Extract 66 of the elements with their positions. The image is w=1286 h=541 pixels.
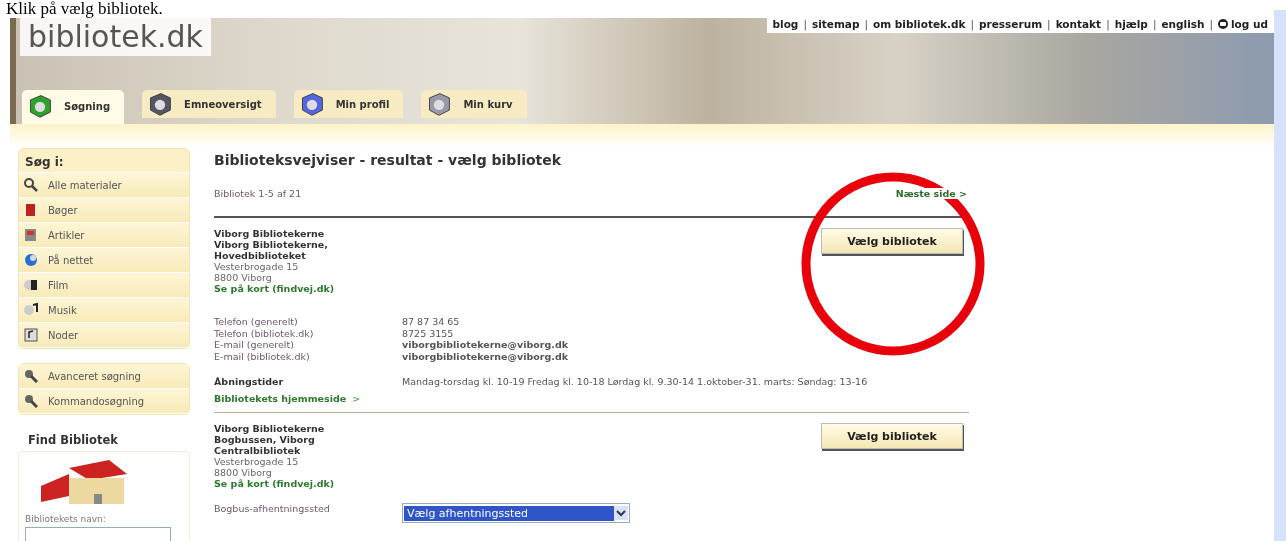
email-link[interactable]: viborgbibliotekerne@viborg.dk	[402, 339, 969, 351]
arrow-mark: >	[352, 393, 361, 404]
map-link[interactable]: Se på kort (findvej.dk)	[214, 283, 335, 294]
scrollbar[interactable]	[1274, 10, 1286, 541]
category-item[interactable]: Film	[19, 273, 189, 298]
globe-icon	[24, 253, 38, 267]
library-name: Viborg Bibliotekerne Viborg Bibliotekerne, Hovedbiblioteket	[214, 228, 329, 261]
sheet-music-icon	[24, 328, 38, 342]
caption-text: Klik på vælg bibliotek.	[5, 0, 164, 18]
site-logo[interactable]: bibliotek.dk	[20, 18, 211, 56]
field-label: Bibliotekets navn:	[25, 514, 107, 524]
page-title: Biblioteksvejviser - resultat - vælg bibliotek	[214, 151, 563, 170]
link-separator: |	[864, 18, 869, 30]
library-name-field[interactable]	[25, 526, 171, 541]
logout-link[interactable]: log ud	[1218, 18, 1268, 30]
link-separator: |	[1047, 18, 1051, 30]
nav-tab[interactable]: Min profil	[293, 90, 404, 118]
category-item[interactable]: Noder	[19, 323, 189, 348]
next-page-link[interactable]: Næste side >	[893, 188, 969, 199]
category-item[interactable]: Musik	[19, 298, 189, 323]
nav-tab[interactable]: Søgning	[22, 90, 125, 124]
email-link[interactable]: viborgbibliotekerne@viborg.dk	[402, 350, 969, 362]
link-separator: |	[1106, 18, 1110, 30]
category-item[interactable]: Alle materialer	[19, 173, 189, 198]
category-item[interactable]: Bøger	[19, 198, 189, 223]
category-item[interactable]: På nettet	[19, 248, 189, 273]
top-link[interactable]: hjælp	[1114, 18, 1148, 30]
link-separator: |	[803, 18, 807, 30]
choose-library-button[interactable]: Vælg bibliotek	[821, 228, 963, 254]
opening-hours-label: Åbningstider	[214, 376, 285, 387]
library-name: Viborg Bibliotekerne Bogbussen, Viborg Centralbibliotek	[214, 423, 326, 456]
link-separator: |	[1152, 18, 1157, 30]
detail-value: 8725 3155	[402, 327, 455, 339]
top-link[interactable]: presserum	[979, 18, 1043, 30]
link-separator: |	[1209, 18, 1213, 30]
article-icon	[24, 228, 38, 242]
nav-tab[interactable]: Emneoversigt	[142, 90, 276, 118]
top-link[interactable]: english	[1161, 18, 1205, 30]
top-link[interactable]: om bibliotek.dk	[873, 18, 966, 30]
category-item[interactable]: Artikler	[19, 223, 189, 248]
result-count: Bibliotek 1-5 af 21	[214, 188, 302, 199]
top-link[interactable]: sitemap	[811, 18, 860, 30]
detail-label: Telefon (bibliotek.dk)	[214, 327, 315, 339]
dropdown-caret-icon	[614, 506, 628, 520]
pickup-select[interactable]: Vælg afhentningssted	[402, 503, 630, 523]
detail-value: 87 87 34 65	[402, 316, 461, 328]
pickup-label: Bogbus-afhentningssted	[214, 503, 331, 516]
search-tool-item[interactable]: Kommandosøgning	[19, 389, 189, 414]
library-address: Vesterbrogade 15 8800 Viborg	[214, 261, 300, 283]
detail-label: E-mail (bibliotek.dk)	[214, 350, 311, 362]
nav-tab[interactable]: Min kurv	[421, 90, 527, 118]
library-address: Vesterbrogade 15 8800 Viborg	[214, 456, 300, 478]
opening-hours-text: Mandag-torsdag kl. 10-19 Fredag kl. 10-18 Lørdag kl. 9.30-14 1.oktober-31. marts: Søndag: 13-16	[402, 376, 869, 387]
choose-library-button[interactable]: Vælg bibliotek	[821, 423, 963, 449]
film-icon	[24, 278, 38, 292]
search-tool-item[interactable]: Avanceret søgning	[19, 364, 189, 389]
search-icon	[24, 178, 38, 192]
section-title: Find Bibliotek	[27, 432, 119, 449]
detail-label: Telefon (generelt)	[214, 316, 299, 328]
map-link[interactable]: Se på kort (findvej.dk)	[214, 478, 335, 489]
detail-label: E-mail (generelt)	[214, 339, 295, 351]
top-link[interactable]: kontakt	[1055, 18, 1102, 30]
homepage-link[interactable]: Bibliotekets hjemmeside	[214, 393, 347, 404]
link-separator: |	[970, 18, 975, 30]
book-icon	[24, 203, 38, 217]
top-link[interactable]: blog	[772, 18, 799, 30]
